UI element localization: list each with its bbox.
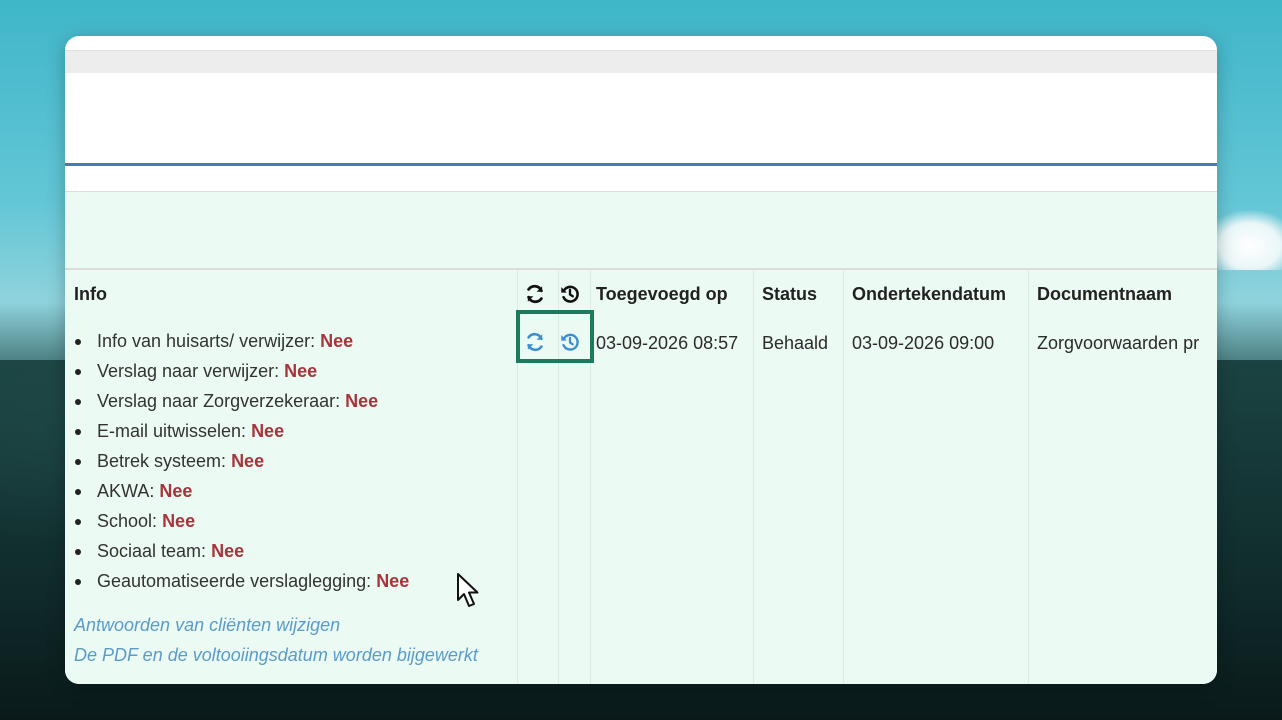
info-value: Nee xyxy=(162,511,196,531)
list-item: Betrek systeem: Nee xyxy=(74,448,409,478)
column-divider xyxy=(753,270,754,684)
info-label: School: xyxy=(97,511,158,531)
column-header-status[interactable]: Status xyxy=(762,284,817,305)
list-item: School: Nee xyxy=(74,508,409,538)
list-item: Verslag naar Zorgverzekeraar: Nee xyxy=(74,388,409,418)
refresh-icon[interactable] xyxy=(524,331,546,353)
list-item: Sociaal team: Nee xyxy=(74,538,409,568)
list-item: Geautomatiseerde verslaglegging: Nee xyxy=(74,568,409,598)
info-label: Verslag naar Zorgverzekeraar: xyxy=(97,391,341,411)
info-value: Nee xyxy=(159,481,193,501)
list-item: AKWA: Nee xyxy=(74,478,409,508)
refresh-icon xyxy=(527,284,543,304)
list-item: Verslag naar verwijzer: Nee xyxy=(74,358,409,388)
table-header-divider xyxy=(65,268,1217,270)
column-header-document-name[interactable]: Documentnaam xyxy=(1037,284,1172,305)
pdf-update-link[interactable]: De PDF en de voltooiingsdatum worden bij… xyxy=(74,645,478,666)
info-value: Nee xyxy=(211,541,245,561)
info-label: AKWA: xyxy=(97,481,155,501)
info-value: Nee xyxy=(251,421,285,441)
list-item: Info van huisarts/ verwijzer: Nee xyxy=(74,328,409,358)
column-divider xyxy=(1028,270,1029,684)
info-value: Nee xyxy=(320,331,354,351)
status-cell: Behaald xyxy=(762,333,829,353)
added-on-cell: 03-09-2026 08:57 xyxy=(596,333,739,353)
info-label: Betrek systeem: xyxy=(97,451,227,471)
signed-date-cell: 03-09-2026 09:00 xyxy=(852,333,995,353)
document-name-cell[interactable]: Zorgvoorwaarden pr xyxy=(1037,333,1199,354)
info-label: Info van huisarts/ verwijzer: xyxy=(97,331,316,351)
column-header-signed-date[interactable]: Ondertekendatum xyxy=(852,284,1006,305)
info-label: Verslag naar verwijzer: xyxy=(97,361,280,381)
app-window: Info Toegevoegd op Status Ondertekendatu… xyxy=(65,36,1217,684)
column-header-info[interactable]: Info xyxy=(74,284,107,305)
history-icon[interactable] xyxy=(559,331,581,353)
mouse-cursor-icon xyxy=(457,573,479,607)
info-value: Nee xyxy=(284,361,318,381)
edit-answers-link[interactable]: Antwoorden van cliënten wijzigen xyxy=(74,615,340,636)
info-value: Nee xyxy=(345,391,379,411)
column-divider xyxy=(843,270,844,684)
info-label: E-mail uitwisselen: xyxy=(97,421,247,441)
column-header-added-on[interactable]: Toegevoegd op xyxy=(596,284,728,305)
info-value: Nee xyxy=(376,571,410,591)
info-list: Info van huisarts/ verwijzer: Nee Versla… xyxy=(74,328,409,598)
info-value: Nee xyxy=(231,451,265,471)
info-label: Geautomatiseerde verslaglegging: xyxy=(97,571,372,591)
list-item: E-mail uitwisselen: Nee xyxy=(74,418,409,448)
toolbar-strip xyxy=(65,50,1217,73)
history-icon xyxy=(561,285,579,303)
header-divider xyxy=(65,163,1217,166)
info-label: Sociaal team: xyxy=(97,541,207,561)
